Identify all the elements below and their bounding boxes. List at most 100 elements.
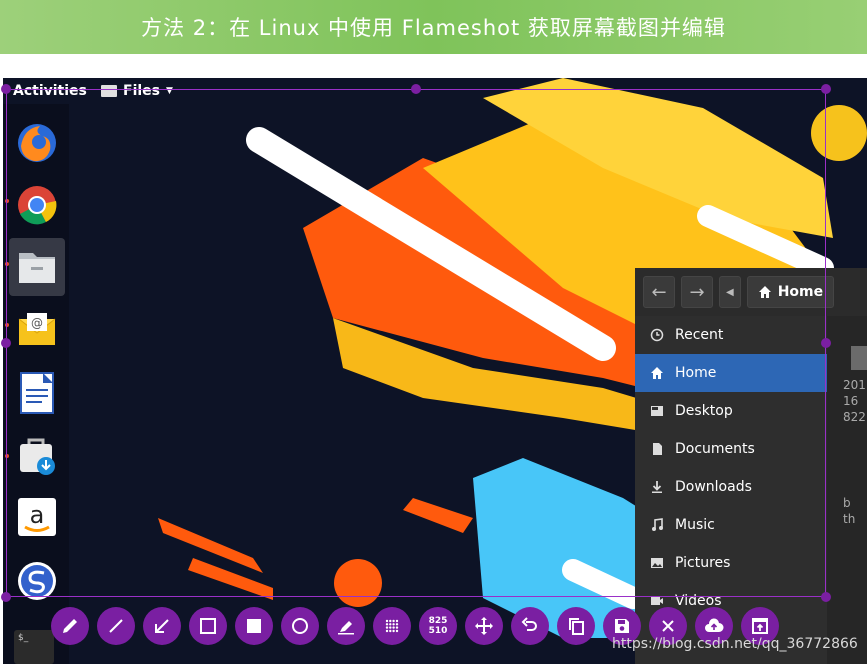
sidebar-item-documents[interactable]: Documents <box>635 430 827 468</box>
chrome-icon <box>18 186 57 225</box>
resize-handle[interactable] <box>411 84 421 94</box>
move-button[interactable] <box>465 607 503 645</box>
desktop-icon <box>649 403 665 419</box>
pencil-button[interactable] <box>51 607 89 645</box>
file-label-line: th <box>843 512 856 526</box>
resize-handle[interactable] <box>821 338 831 348</box>
files-app-menu[interactable]: Files ▼ <box>101 83 173 99</box>
rectangle-button[interactable] <box>189 607 227 645</box>
files-menu-label: Files <box>123 83 160 99</box>
marker-button[interactable] <box>327 607 365 645</box>
simplenote-icon <box>18 562 56 600</box>
banner-title: 方法 2：在 Linux 中使用 Flameshot 获取屏幕截图并编辑 <box>141 16 726 40</box>
arrow-left-icon: ← <box>651 281 667 303</box>
amazon-icon: a <box>18 498 56 536</box>
selection-size-indicator[interactable]: 825 510 <box>419 607 457 645</box>
copy-icon <box>569 618 584 635</box>
line-icon <box>109 619 123 633</box>
arrow-button[interactable] <box>143 607 181 645</box>
pencil-icon <box>63 619 77 633</box>
dock-files[interactable] <box>9 238 65 296</box>
resize-handle[interactable] <box>821 84 831 94</box>
home-icon <box>649 365 665 381</box>
firefox-icon <box>18 124 56 162</box>
sidebar-item-label: Downloads <box>675 479 752 495</box>
file-manager-window: ← → ◀ Home Recent Home Desktop Documents Dow… <box>635 268 867 664</box>
line-button[interactable] <box>97 607 135 645</box>
path-scroll-left-button[interactable]: ◀ <box>719 276 741 308</box>
sidebar-item-music[interactable]: Music <box>635 506 827 544</box>
sidebar-item-label: Home <box>675 365 717 381</box>
undo-icon <box>521 617 537 631</box>
resize-handle[interactable] <box>821 592 831 602</box>
path-label: Home <box>777 284 824 300</box>
dock-amazon[interactable]: a <box>9 488 65 546</box>
resize-handle[interactable] <box>1 84 11 94</box>
copy-button[interactable] <box>557 607 595 645</box>
circle-icon <box>292 618 308 634</box>
dock-software[interactable] <box>9 426 65 484</box>
selection-width: 825 <box>428 616 448 626</box>
caret-left-icon: ◀ <box>726 286 734 298</box>
rectangle-icon <box>200 618 216 634</box>
back-button[interactable]: ← <box>643 276 675 308</box>
undo-button[interactable] <box>511 607 549 645</box>
resize-handle[interactable] <box>1 592 11 602</box>
sidebar-item-label: Music <box>675 517 715 533</box>
arrow-icon <box>155 619 169 633</box>
path-home-button[interactable]: Home <box>746 276 835 308</box>
page-banner: 方法 2：在 Linux 中使用 Flameshot 获取屏幕截图并编辑 <box>0 0 867 54</box>
resize-handle[interactable] <box>1 338 11 348</box>
dock-simplenote[interactable] <box>9 552 65 610</box>
chevron-down-icon: ▼ <box>166 86 173 96</box>
blur-button[interactable] <box>373 607 411 645</box>
dock-mail[interactable]: @ <box>9 302 65 360</box>
marker-icon <box>338 621 354 635</box>
mail-icon: @ <box>18 313 56 345</box>
cloud-upload-icon <box>705 618 724 632</box>
close-icon <box>662 620 674 632</box>
selection-height: 510 <box>428 626 448 636</box>
dock-firefox[interactable] <box>9 114 65 172</box>
pictures-icon <box>649 555 665 571</box>
home-icon <box>758 286 771 298</box>
sidebar-item-downloads[interactable]: Downloads <box>635 468 827 506</box>
file-label-line: 16 <box>843 394 859 408</box>
sidebar-item-label: Recent <box>675 327 724 343</box>
sidebar-item-pictures[interactable]: Pictures <box>635 544 827 582</box>
file-label-line: b <box>843 496 851 510</box>
save-icon <box>615 619 629 633</box>
sidebar-item-home[interactable]: Home <box>635 354 827 392</box>
files-app-icon <box>19 253 55 283</box>
sidebar-item-label: Desktop <box>675 403 733 419</box>
dock: @ a <box>3 104 69 664</box>
download-icon <box>649 479 665 495</box>
folder-icon <box>101 85 117 97</box>
sidebar-item-label: Documents <box>675 441 755 457</box>
arrow-right-icon: → <box>689 281 705 303</box>
writer-icon <box>20 372 54 414</box>
top-bar: Activities Files ▼ <box>3 78 867 104</box>
document-icon <box>649 441 665 457</box>
file-thumbnail-icon[interactable] <box>851 346 867 370</box>
clock-icon <box>649 327 665 343</box>
music-icon <box>649 517 665 533</box>
move-icon <box>475 617 493 635</box>
file-label-line: 822 <box>843 410 866 424</box>
svg-text:@: @ <box>31 316 43 330</box>
activities-button[interactable]: Activities <box>13 83 87 99</box>
file-label-line: 201 <box>843 378 866 392</box>
file-manager-header: ← → ◀ Home <box>635 268 867 316</box>
sidebar-item-recent[interactable]: Recent <box>635 316 827 354</box>
watermark-url: https://blog.csdn.net/qq_36772866 <box>612 636 858 652</box>
forward-button[interactable]: → <box>681 276 713 308</box>
open-with-app-icon <box>752 618 768 634</box>
desktop-screenshot: Activities Files ▼ @ a ← → ◀ Home Recent… <box>3 78 867 664</box>
circle-button[interactable] <box>281 607 319 645</box>
dock-chrome[interactable] <box>9 176 65 234</box>
sidebar-item-label: Pictures <box>675 555 731 571</box>
filled-rectangle-button[interactable] <box>235 607 273 645</box>
dock-writer[interactable] <box>9 364 65 422</box>
sidebar-item-desktop[interactable]: Desktop <box>635 392 827 430</box>
filled-rectangle-icon <box>247 619 261 633</box>
